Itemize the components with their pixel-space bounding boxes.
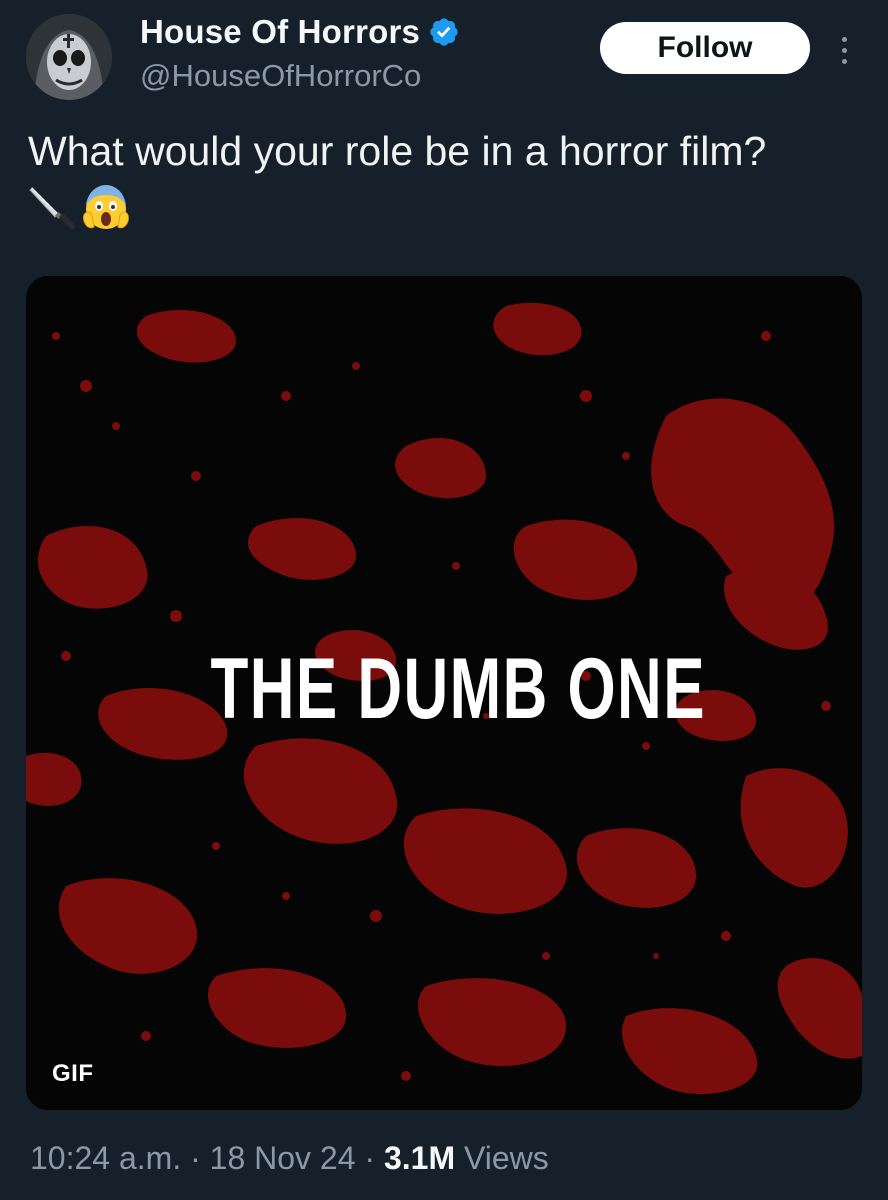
tweet-meta: 10:24 a.m. · 18 Nov 24 · 3.1M Views [30,1140,549,1177]
meta-separator: · [364,1140,376,1176]
tweet-text: What would your role be in a horror film… [28,128,767,174]
meta-separator: · [190,1140,201,1176]
tweet-header: House Of Horrors @HouseOfHorrorCo Follow [0,0,888,110]
screaming-face-emoji-icon [83,185,129,229]
tweet-emoji-row [28,182,132,232]
author-avatar[interactable] [26,14,112,100]
tweet-date[interactable]: 18 Nov 24 [210,1140,356,1176]
tweet-time[interactable]: 10:24 a.m. [30,1140,181,1176]
views-count[interactable]: 3.1M [384,1140,455,1176]
views-label: Views [463,1140,549,1176]
gif-caption-text: THE DUMB ONE [210,641,706,737]
gif-media[interactable]: THE DUMB ONE [26,276,862,1110]
knife-emoji-icon [29,187,76,230]
more-options-button[interactable] [832,30,856,70]
author-handle[interactable]: @HouseOfHorrorCo [140,58,421,94]
skull-face-avatar-icon [26,14,112,100]
follow-button[interactable]: Follow [600,22,810,74]
verified-badge-icon [428,16,460,48]
author-display-name[interactable]: House Of Horrors [140,13,420,51]
display-name-row[interactable]: House Of Horrors [140,12,460,52]
gif-badge: GIF [52,1060,94,1087]
vertical-ellipsis-icon [841,36,847,42]
